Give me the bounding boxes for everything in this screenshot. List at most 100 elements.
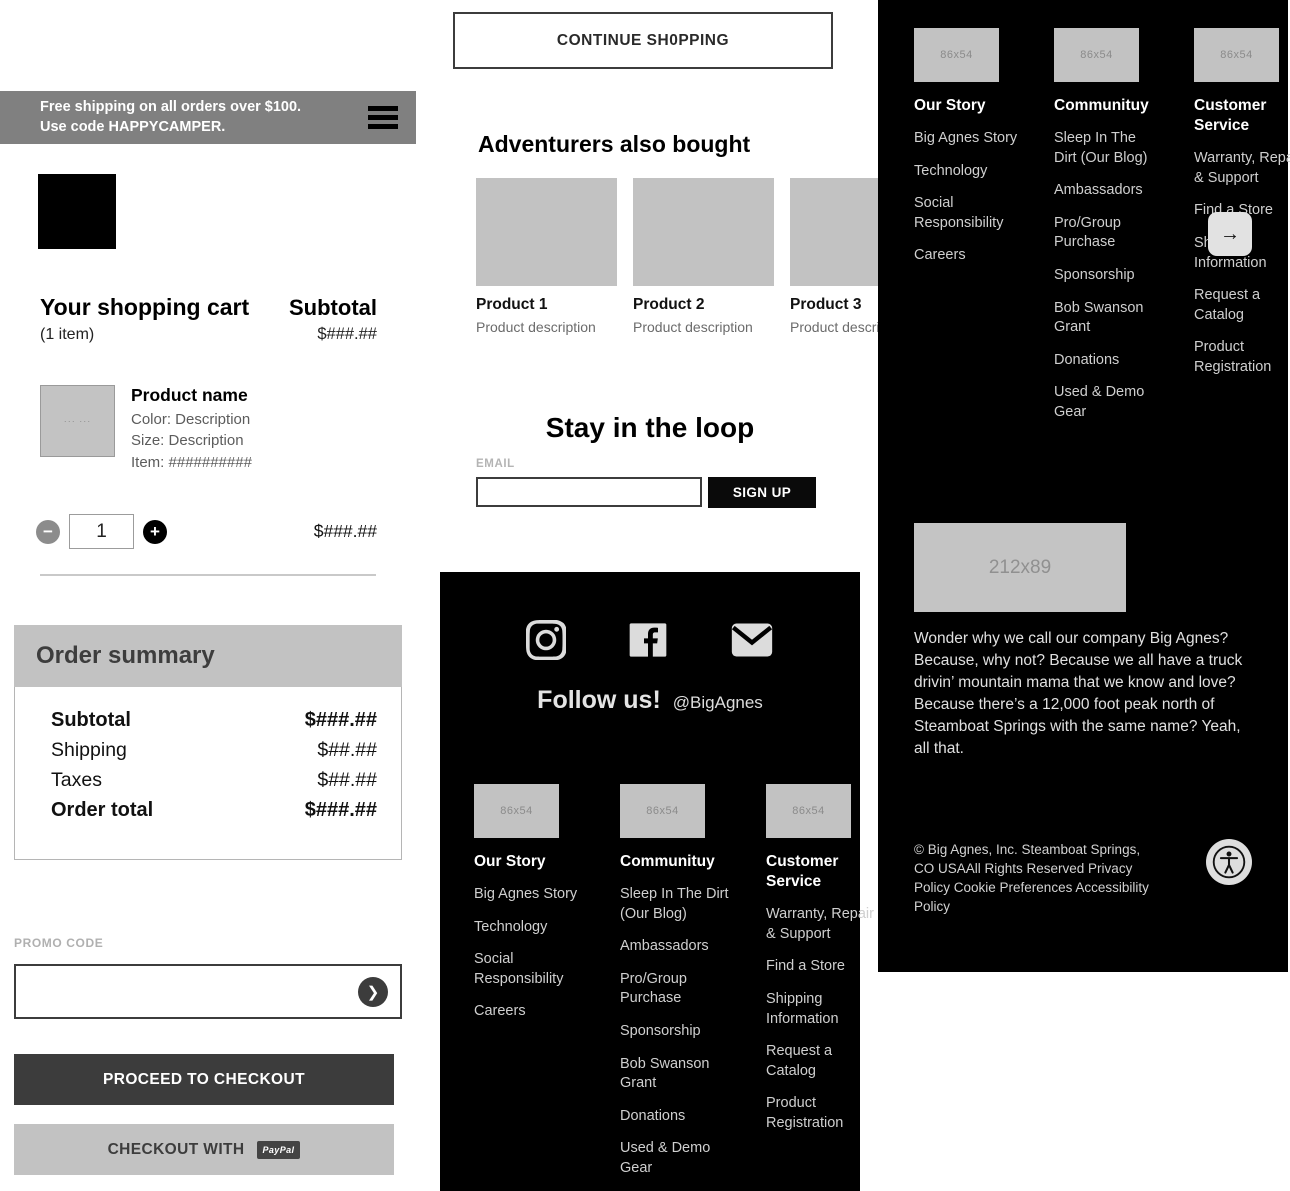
checkout-with-paypal-button[interactable]: CHECKOUT WITH PayPal [14,1124,394,1175]
order-summary-row-label: Order total [51,799,154,821]
instagram-icon[interactable] [525,619,567,665]
item-count: (1 item) [40,326,95,343]
social-icon-row [440,619,860,665]
decrease-quantity-button[interactable]: − [36,519,60,544]
promo-banner: Free shipping on all orders over $100. U… [0,91,416,144]
continue-shopping-button[interactable]: CONTINUE SH0PPING [453,12,833,69]
footer-column-image: 86x54 [1194,28,1279,82]
footer-link[interactable]: Pro/Group Purchase [1054,214,1162,253]
proceed-to-checkout-button[interactable]: PROCEED TO CHECKOUT [14,1054,394,1105]
accessibility-icon[interactable] [1206,839,1252,885]
footer-column-heading: Our Story [474,853,546,870]
footer-link[interactable]: Big Agnes Story [914,129,1022,149]
footer-column-image: 86x54 [766,784,851,838]
footer-link[interactable]: Big Agnes Story [474,885,584,905]
cart-header: Your shopping cart Subtotal [40,294,377,321]
footer-link[interactable]: Technology [914,162,1022,182]
order-summary-row: Order total $###.## [51,799,377,822]
footer-link[interactable]: Find a Store [766,957,876,977]
footer-column: 86x54 Customer Service Warranty, Repair & … [766,784,876,1178]
promo-code-input[interactable] [16,966,358,1017]
footer-link[interactable]: Donations [620,1107,730,1127]
footer-link[interactable]: Careers [474,1002,584,1022]
footer-link[interactable]: Sponsorship [620,1022,730,1042]
product-card[interactable]: Product 2 Product description [633,178,774,335]
footer-column: 86x54 Our Story Big Agnes Story Technology S… [914,28,1022,422]
follow-us-label: Follow us! [537,686,661,714]
product-card-description: Product description [476,319,596,335]
cart-divider [40,574,376,576]
chevron-right-icon[interactable]: ❯ [358,976,388,1007]
footer-link[interactable]: Shipping Information [766,990,876,1029]
about-image-placeholder: 212x89 [914,523,1126,612]
page-title: Your shopping cart [40,294,250,320]
order-summary-heading: Order summary [14,625,402,687]
social-handle[interactable]: @BigAgnes [673,693,763,713]
footer-link[interactable]: Product Registration [766,1094,876,1133]
promo-code-field: ❯ [14,964,402,1019]
footer-link[interactable]: Social Responsibility [474,950,584,989]
hamburger-menu-icon[interactable] [368,106,398,129]
footer-link-columns: 86x54 Our Story Big Agnes Story Technology S… [474,784,876,1178]
product-card-image [633,178,774,286]
footer-link[interactable]: Careers [914,246,1022,266]
footer-link[interactable]: Product Registration [1194,338,1290,377]
footer-link[interactable]: Ambassadors [620,937,730,957]
order-summary-row-value: $###.## [304,709,377,731]
cart-header-secondary: (1 item) $###.## [40,325,377,344]
footer-column-image: 86x54 [620,784,705,838]
footer-link[interactable]: Warranty, Repair & Support [766,905,876,944]
paypal-button-label: CHECKOUT WITH [107,1140,245,1158]
order-summary-card: Order summary Subtotal $###.## Shipping $##… [14,625,402,860]
order-summary-rows: Subtotal $###.## Shipping $##.## Taxes $##.##… [14,687,402,860]
product-card-image [476,178,617,286]
footer-link[interactable]: Used & Demo Gear [620,1139,730,1178]
footer-column: 86x54 Our Story Big Agnes Story Technology S… [474,784,584,1178]
footer-column-heading: Our Story [914,97,986,114]
product-item-number: Item: ########## [131,453,252,471]
footer-link[interactable]: Sponsorship [1054,266,1162,286]
order-summary-row-label: Shipping [51,739,127,761]
footer-column: 86x54 Communituy Sleep In The Dirt (Our Bl… [1054,28,1162,422]
footer-link[interactable]: Warranty, Repair & Support [1194,149,1290,188]
cart-line-item: Product name Color: Description Size: De… [40,385,252,473]
footer-link[interactable]: Bob Swanson Grant [620,1055,730,1094]
product-card-description: Product description [633,319,753,335]
increase-quantity-button[interactable]: + [143,519,167,544]
footer-link[interactable]: Donations [1054,351,1162,371]
footer-column-heading: Customer Service [766,853,839,891]
product-name: Product name [131,385,248,405]
footer-link[interactable]: Ambassadors [1054,181,1162,201]
order-summary-row-value: $##.## [317,739,377,761]
footer-column: 86x54 Communituy Sleep In The Dirt (Our Bl… [620,784,730,1178]
envelope-icon[interactable] [730,620,774,665]
facebook-icon[interactable] [628,620,668,665]
subtotal-value: $###.## [317,325,377,343]
footer-link[interactable]: Request a Catalog [1194,286,1290,325]
wireframe-canvas: Free shipping on all orders over $100. U… [0,0,1290,1191]
line-item-price: $###.## [313,521,377,541]
arrow-right-icon[interactable]: → [1208,212,1252,256]
follow-us-row: Follow us! @BigAgnes [440,686,860,715]
recommendations-title: Adventurers also bought [478,131,751,157]
quantity-input[interactable] [69,514,134,549]
footer-link[interactable]: Pro/Group Purchase [620,970,730,1009]
quantity-row: − + $###.## [36,514,377,549]
product-color: Color: Description [131,411,251,428]
footer-link[interactable]: Sleep In The Dirt (Our Blog) [1054,129,1162,168]
newsletter-title: Stay in the loop [545,412,755,443]
product-card[interactable]: Product 1 Product description [476,178,617,335]
footer-link[interactable]: Used & Demo Gear [1054,383,1162,422]
sign-up-button[interactable]: SIGN UP [708,477,816,508]
product-thumbnail[interactable] [40,385,115,457]
email-input[interactable] [476,477,702,507]
footer-link[interactable]: Social Responsibility [914,194,1022,233]
order-summary-row-value: $###.## [304,799,377,821]
footer-link[interactable]: Sleep In The Dirt (Our Blog) [620,885,730,924]
footer-link[interactable]: Technology [474,918,584,938]
copyright-text: © Big Agnes, Inc. Steamboat Springs, CO … [914,842,1149,915]
product-card-title: Product 2 [633,296,705,313]
order-summary-row: Subtotal $###.## [51,709,377,732]
footer-link[interactable]: Request a Catalog [766,1042,876,1081]
footer-link[interactable]: Bob Swanson Grant [1054,299,1162,338]
